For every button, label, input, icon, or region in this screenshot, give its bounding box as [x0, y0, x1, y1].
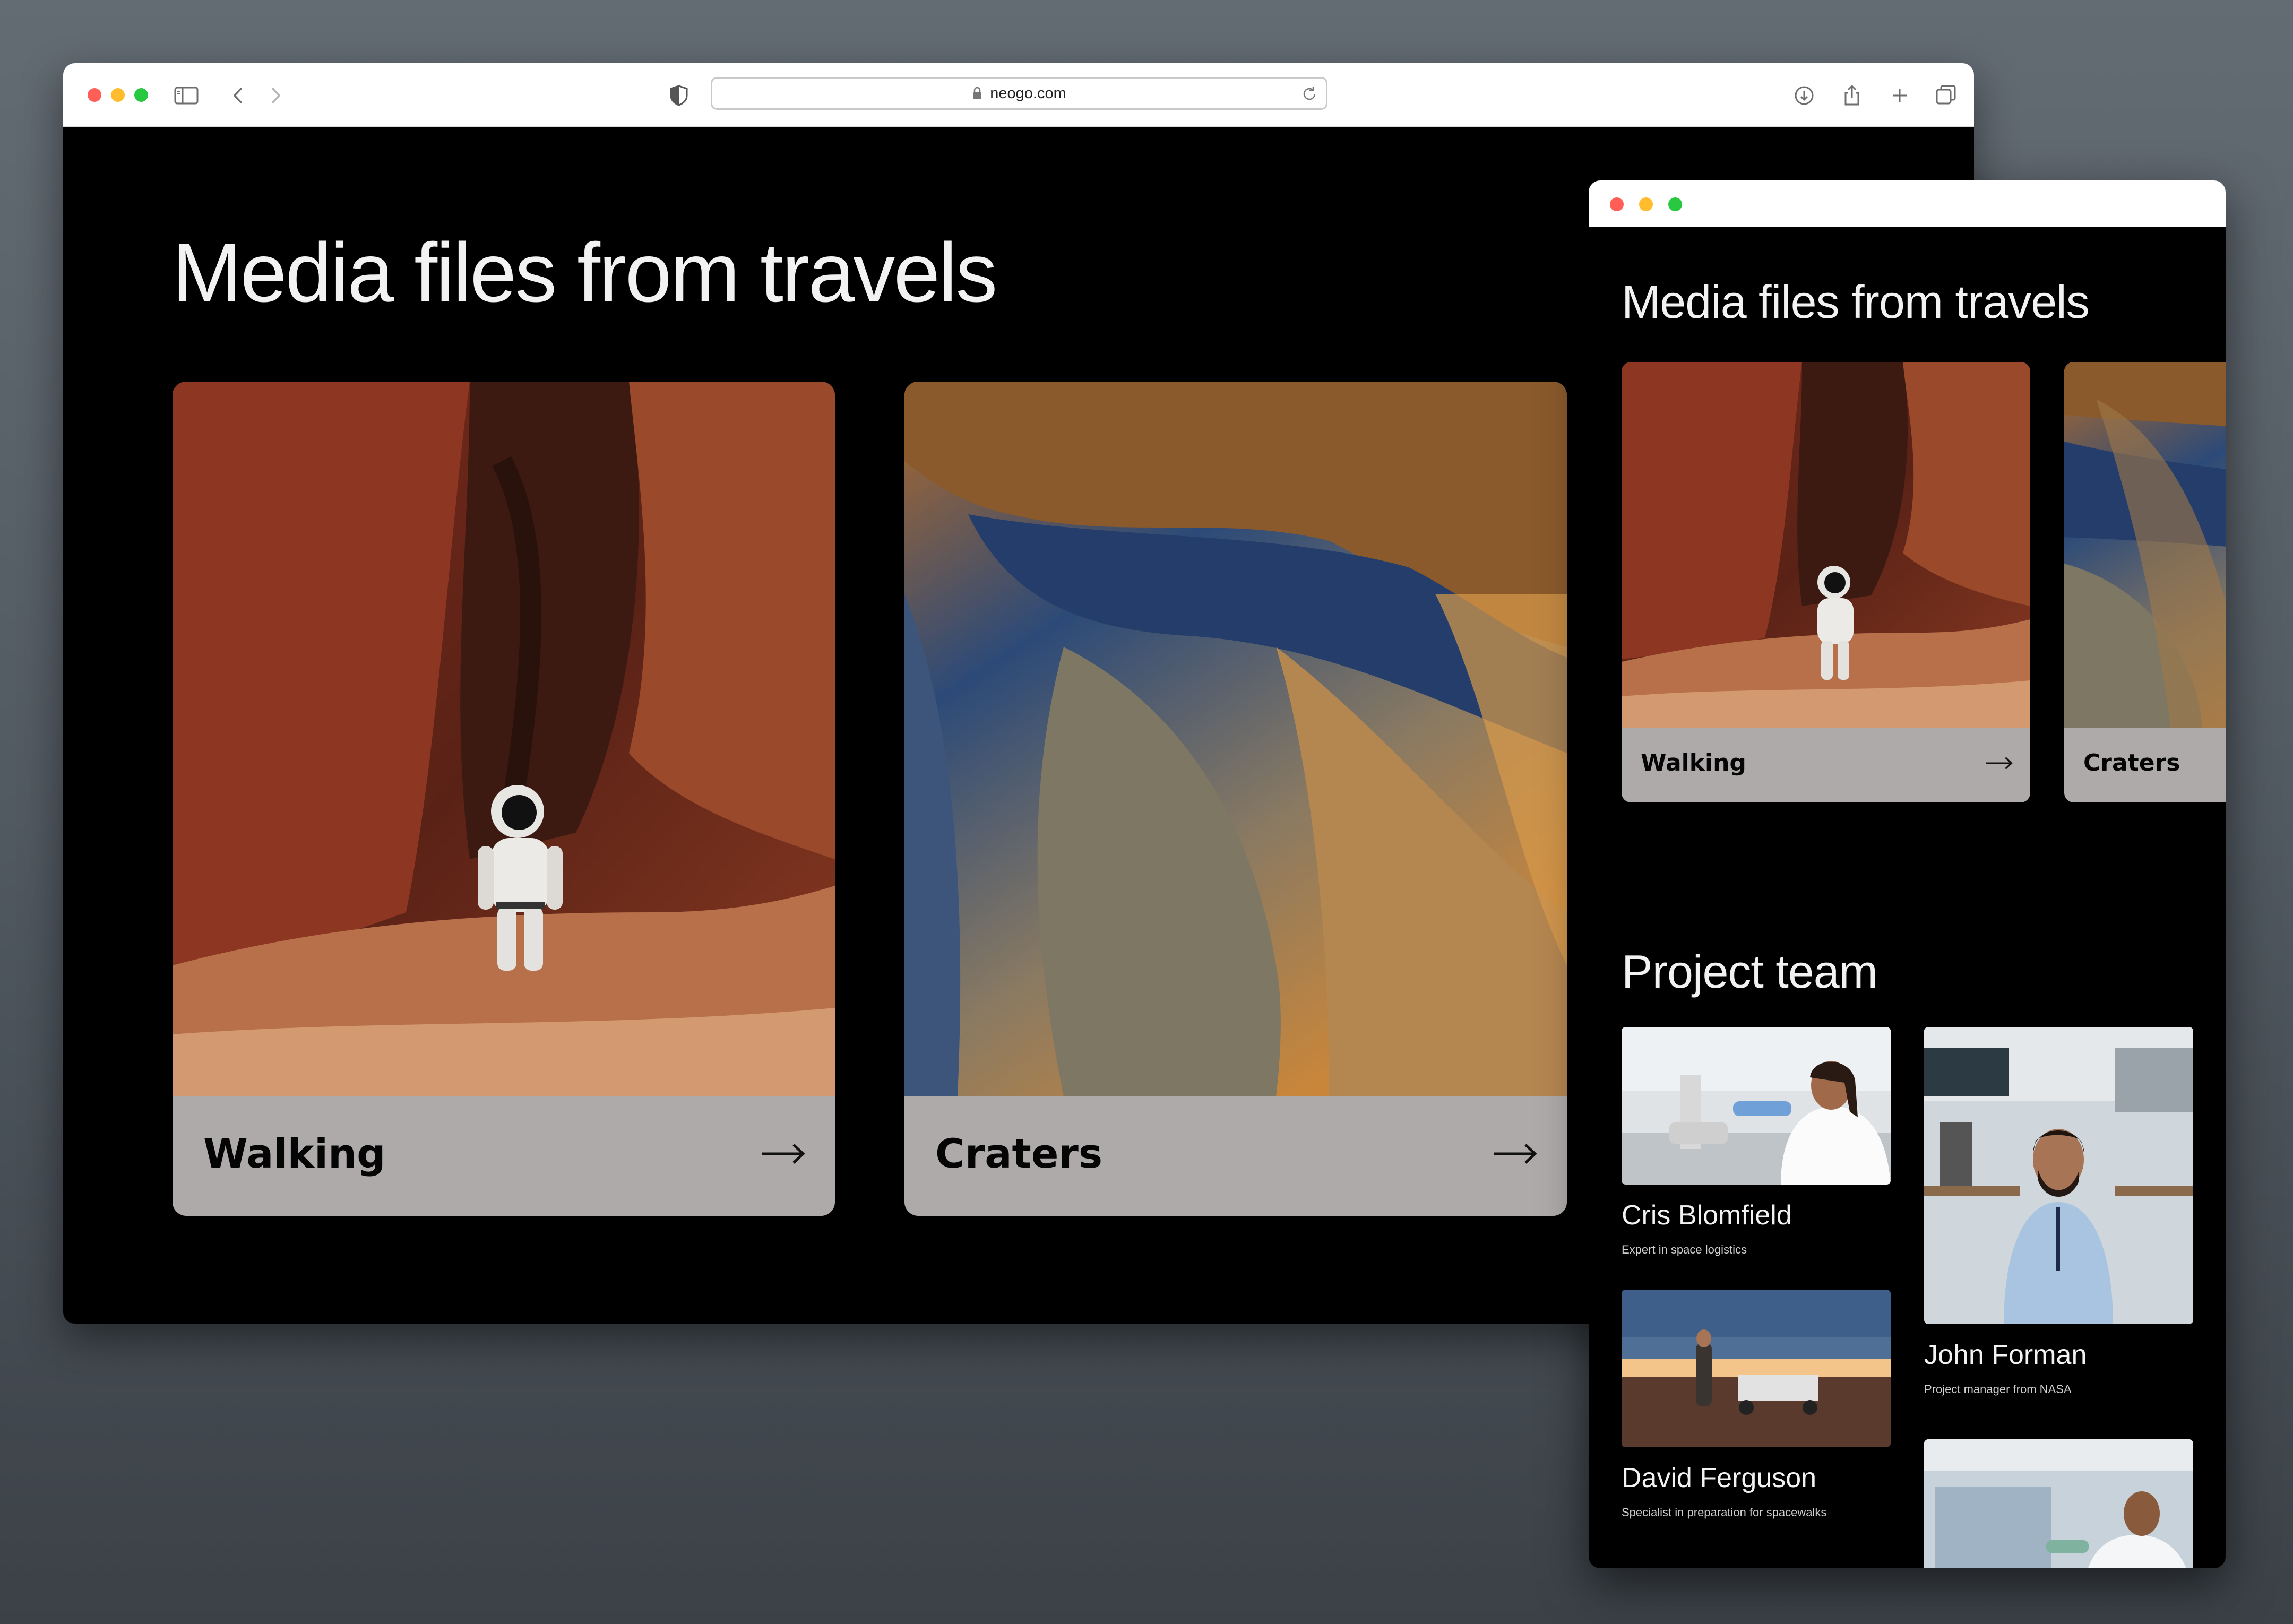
card-label: Craters: [935, 1130, 1103, 1177]
astronaut-canyon-photo: [1622, 362, 2030, 728]
scientist-microscope-photo: [1622, 1027, 1891, 1185]
reload-icon[interactable]: [1300, 85, 1318, 103]
browser-toolbar: neogo.com: [63, 63, 1974, 127]
minimize-window-button[interactable]: [1639, 197, 1653, 211]
mars-crater-photo: [904, 382, 1567, 1096]
mobile-title-bar: [1589, 180, 2226, 227]
team-member-name: Cris Blomfield: [1622, 1200, 1792, 1231]
man-in-lab-photo: [1924, 1027, 2193, 1324]
mobile-page-heading: Media files from travels: [1622, 275, 2090, 328]
close-window-button[interactable]: [88, 88, 101, 102]
media-card-walking[interactable]: Walking: [173, 382, 835, 1216]
back-icon[interactable]: [225, 82, 252, 109]
zoom-window-button[interactable]: [134, 88, 148, 102]
mobile-card-craters[interactable]: Craters: [2064, 362, 2226, 802]
researcher-lab-bench-photo: [1924, 1439, 2193, 1568]
arrow-right-icon[interactable]: [1493, 1141, 1537, 1167]
close-window-button[interactable]: [1610, 197, 1624, 211]
shield-icon[interactable]: [666, 82, 692, 109]
media-card-craters[interactable]: Craters: [904, 382, 1567, 1216]
share-icon[interactable]: [1839, 82, 1865, 109]
man-with-rover-photo: [1622, 1290, 1891, 1447]
card-label: Walking: [1641, 749, 1746, 776]
team-member-name: David Ferguson: [1622, 1463, 1817, 1493]
team-member-role: Expert in space logistics: [1622, 1243, 1747, 1256]
mobile-card-walking[interactable]: Walking: [1622, 362, 2030, 802]
sidebar-icon[interactable]: [173, 82, 200, 109]
arrow-right-icon[interactable]: [1985, 755, 2013, 772]
url-text: neogo.com: [990, 84, 1066, 102]
team-heading: Project team: [1622, 945, 1878, 998]
card-label: Craters: [2083, 749, 2180, 776]
minimize-window-button[interactable]: [111, 88, 125, 102]
arrow-right-icon[interactable]: [761, 1141, 805, 1167]
tabs-overview-icon[interactable]: [1933, 82, 1959, 109]
zoom-window-button[interactable]: [1668, 197, 1682, 211]
card-label: Walking: [203, 1130, 386, 1177]
download-icon[interactable]: [1791, 82, 1817, 109]
astronaut-canyon-photo: [173, 382, 835, 1096]
team-member-name: John Forman: [1924, 1340, 2087, 1370]
address-bar[interactable]: neogo.com: [711, 77, 1327, 110]
page-heading: Media files from travels: [172, 226, 997, 319]
mobile-browser-window: Media files from travels Walking Craters…: [1589, 180, 2226, 1568]
team-member-role: Project manager from NASA: [1924, 1383, 2072, 1396]
forward-icon[interactable]: [262, 82, 289, 109]
team-member-role: Specialist in preparation for spacewalks: [1622, 1506, 1827, 1519]
new-tab-icon[interactable]: [1886, 82, 1913, 109]
lock-icon: [973, 87, 982, 99]
mars-crater-photo: [2064, 362, 2226, 728]
